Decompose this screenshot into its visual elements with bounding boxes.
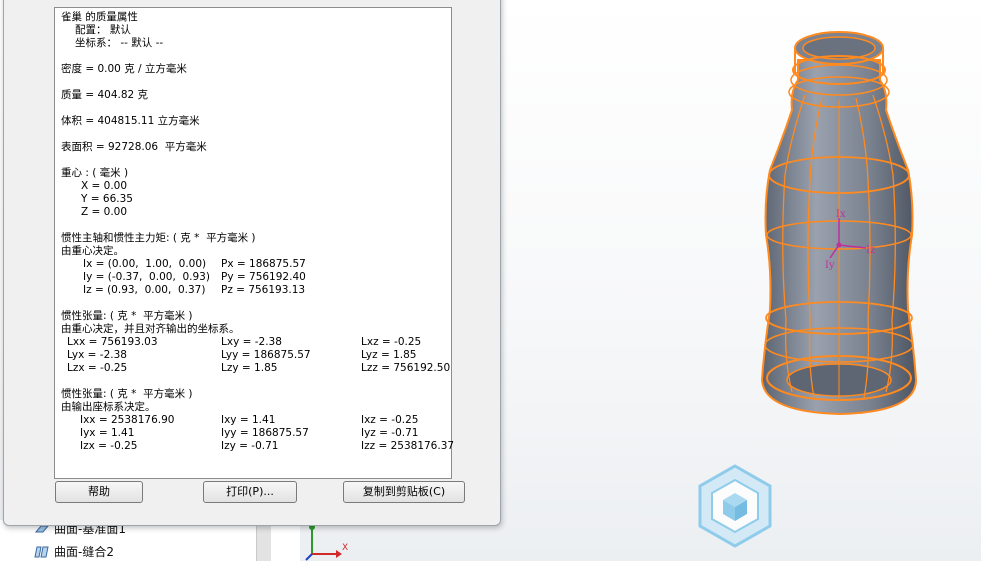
tensor-iyz: Iyz = -0.71 <box>361 427 419 439</box>
center-of-mass-title: 重心 : ( 毫米 ) <box>61 167 129 179</box>
watermark-logo <box>698 464 772 548</box>
tensor-ixz: Ixz = -0.25 <box>361 414 419 426</box>
tensor-lyy: Lyy = 186875.57 <box>221 349 311 361</box>
tensor-izy: Izy = -0.71 <box>221 440 279 452</box>
volume-value: 体积 = 404815.11 立方毫米 <box>61 115 200 127</box>
center-of-mass-x: X = 0.00 <box>81 180 128 192</box>
mass-value: 质量 = 404.82 克 <box>61 89 149 101</box>
tensor-lzy: Lzy = 1.85 <box>221 362 278 374</box>
report-coord-system: 坐标系： -- 默认 -- <box>75 37 164 49</box>
tensor-izz: Izz = 2538176.37 <box>361 440 455 452</box>
inertia-tensor-output-title: 惯性张量: ( 克 * 平方毫米 ) <box>61 388 193 400</box>
feature-tree: 曲面-基准面1 曲面-缝合2 <box>0 520 300 561</box>
report-config: 配置： 默认 <box>75 24 131 36</box>
tensor-iyy: Iyy = 186875.57 <box>221 427 309 439</box>
model-viewport[interactable]: Ix Iz Iy <box>500 0 981 561</box>
inertia-tensor-com-title: 惯性张量: ( 克 * 平方毫米 ) <box>61 310 193 322</box>
inertia-tensor-com-subtitle: 由重心决定，并且对齐输出的坐标系。 <box>61 323 240 335</box>
tensor-lzz: Lzz = 756192.50 <box>361 362 451 374</box>
triad-x-label: X <box>342 543 348 553</box>
knit-surface-icon <box>34 546 49 558</box>
principal-axes-title: 惯性主轴和惯性主力矩: ( 克 * 平方毫米 ) <box>61 232 256 244</box>
copy-to-clipboard-button[interactable]: 复制到剪贴板(C) <box>343 481 465 503</box>
tensor-ixx: Ixx = 2538176.90 <box>80 414 175 426</box>
tensor-lyx: Lyx = -2.38 <box>67 349 127 361</box>
tensor-lzx: Lzx = -0.25 <box>67 362 128 374</box>
print-button[interactable]: 打印(P)... <box>203 481 297 503</box>
density-value: 密度 = 0.00 克 / 立方毫米 <box>61 63 187 75</box>
tensor-lyz: Lyz = 1.85 <box>361 349 417 361</box>
mass-properties-report: 雀巢 的质量属性 配置： 默认 坐标系： -- 默认 -- 密度 = 0.00 … <box>54 7 455 479</box>
surface-area-value: 表面积 = 92728.06 平方毫米 <box>61 141 207 153</box>
principal-axis-iz: Iz = (0.93, 0.00, 0.37) <box>83 284 206 296</box>
tree-item-label: 曲面-缝合2 <box>54 545 114 559</box>
tensor-ixy: Ixy = 1.41 <box>221 414 276 426</box>
principal-axis-iy: Iy = (-0.37, 0.00, 0.93) <box>83 271 210 283</box>
tree-scrollbar[interactable] <box>256 520 271 561</box>
axis-iy-label: Iy <box>825 260 835 271</box>
reference-triad: X <box>305 524 348 561</box>
principal-axis-ix: Ix = (0.00, 1.00, 0.00) <box>83 258 207 270</box>
principal-moment-pz: Pz = 756193.13 <box>221 284 306 296</box>
center-of-mass-y: Y = 66.35 <box>81 193 133 205</box>
tensor-lxz: Lxz = -0.25 <box>361 336 422 348</box>
mass-properties-dialog: 雀巢 的质量属性 配置： 默认 坐标系： -- 默认 -- 密度 = 0.00 … <box>3 0 501 526</box>
principal-axes-subtitle: 由重心决定。 <box>61 245 124 257</box>
tensor-lxy: Lxy = -2.38 <box>221 336 282 348</box>
principal-moment-px: Px = 186875.57 <box>221 258 306 270</box>
tensor-lxx: Lxx = 756193.03 <box>67 336 158 348</box>
report-title: 雀巢 的质量属性 <box>61 11 138 23</box>
help-button[interactable]: 帮助 <box>55 481 143 503</box>
tensor-izx: Izx = -0.25 <box>80 440 138 452</box>
axis-ix-label: Ix <box>836 209 846 220</box>
tree-item-surface-knit2[interactable]: 曲面-缝合2 <box>34 543 114 561</box>
inertia-tensor-output-subtitle: 由输出座标系决定。 <box>61 401 156 413</box>
principal-moment-py: Py = 756192.40 <box>221 271 306 283</box>
tensor-iyx: Iyx = 1.41 <box>80 427 135 439</box>
axis-iz-label: Iz <box>866 245 875 256</box>
center-of-mass-z: Z = 0.00 <box>81 206 128 218</box>
